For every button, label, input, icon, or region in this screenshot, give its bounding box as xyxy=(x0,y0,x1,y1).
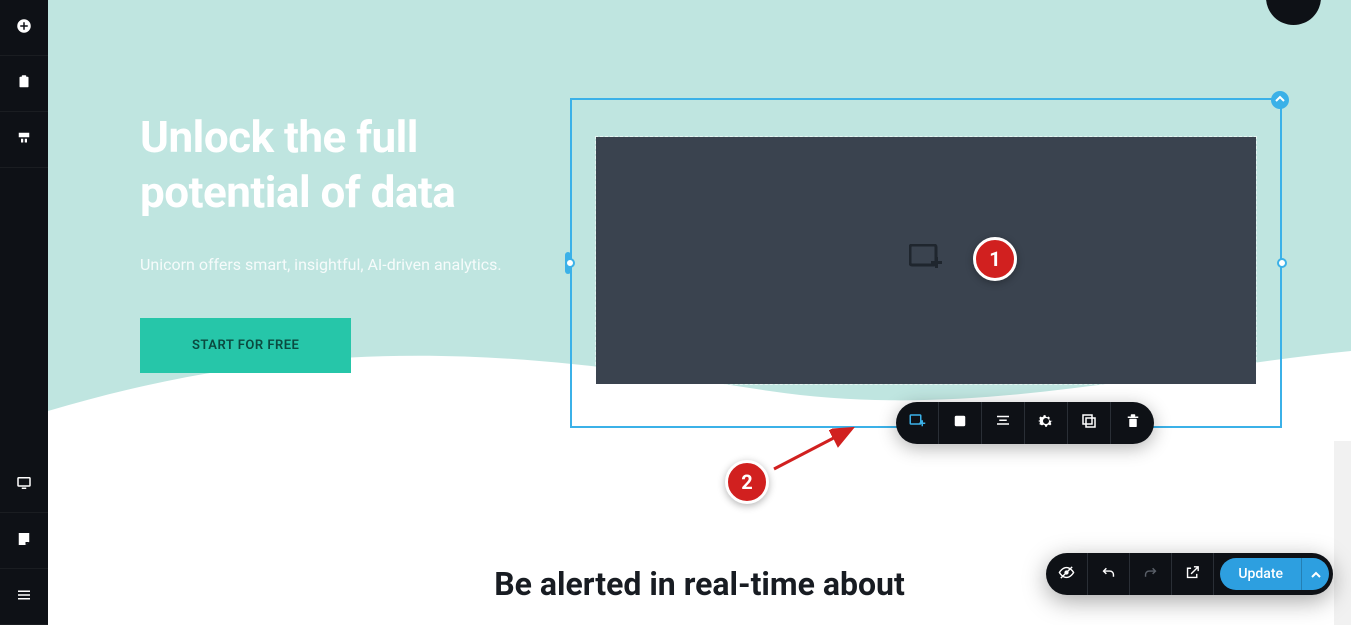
menu-icon xyxy=(15,586,33,608)
sidebar-note-button[interactable] xyxy=(0,513,48,569)
chevron-up-icon xyxy=(1275,94,1285,107)
toolbar-add-image-button[interactable] xyxy=(896,402,939,444)
desktop-icon xyxy=(15,474,33,496)
note-icon xyxy=(15,530,33,552)
toolbar-align-button[interactable] xyxy=(982,402,1025,444)
align-icon xyxy=(994,412,1012,434)
sidebar-desktop-button[interactable] xyxy=(0,457,48,513)
sidebar-add-button[interactable] xyxy=(0,0,48,56)
resize-handle-left[interactable] xyxy=(565,258,575,268)
visibility-toggle-button[interactable] xyxy=(1046,553,1088,595)
annotation-marker-2: 2 xyxy=(725,460,769,504)
bottom-action-bar: Update xyxy=(1046,553,1333,595)
selection-outline[interactable] xyxy=(570,98,1282,428)
hero-subtitle[interactable]: Unicorn offers smart, insightful, AI-dri… xyxy=(140,250,520,280)
sidebar-clipboard-button[interactable] xyxy=(0,56,48,112)
add-image-icon xyxy=(908,412,926,434)
context-toolbar xyxy=(896,402,1154,444)
annotation-marker-1: 1 xyxy=(973,237,1017,281)
trash-icon xyxy=(1124,412,1142,434)
cta-button[interactable]: START FOR FREE xyxy=(140,318,351,373)
chevron-up-icon xyxy=(1311,565,1321,584)
sidebar-menu-button[interactable] xyxy=(0,569,48,625)
update-button[interactable]: Update xyxy=(1220,558,1301,590)
undo-icon xyxy=(1100,564,1117,585)
annotation-arrow xyxy=(764,424,864,479)
duplicate-icon xyxy=(1080,412,1098,434)
eye-off-icon xyxy=(1058,564,1075,585)
collapse-toggle[interactable] xyxy=(1271,91,1289,109)
toolbar-background-button[interactable] xyxy=(939,402,982,444)
add-image-icon xyxy=(909,244,943,278)
left-sidebar xyxy=(0,0,48,625)
update-dropdown-button[interactable] xyxy=(1301,558,1329,590)
plus-circle-icon xyxy=(15,17,33,39)
gear-icon xyxy=(1037,412,1055,434)
external-link-icon xyxy=(1184,564,1201,585)
toolbar-settings-button[interactable] xyxy=(1025,402,1068,444)
hero-title[interactable]: Unlock the full potential of data xyxy=(140,110,520,220)
toolbar-duplicate-button[interactable] xyxy=(1068,402,1111,444)
toolbar-delete-button[interactable] xyxy=(1111,402,1154,444)
redo-button[interactable] xyxy=(1130,553,1172,595)
redo-icon xyxy=(1142,564,1159,585)
hero-content: Unlock the full potential of data Unicor… xyxy=(140,110,520,373)
external-link-button[interactable] xyxy=(1172,553,1214,595)
square-icon xyxy=(951,412,969,434)
image-placeholder[interactable] xyxy=(596,137,1256,384)
sections-icon xyxy=(15,129,33,151)
sidebar-sections-button[interactable] xyxy=(0,112,48,168)
resize-handle-right[interactable] xyxy=(1277,258,1287,268)
undo-button[interactable] xyxy=(1088,553,1130,595)
clipboard-icon xyxy=(15,73,33,95)
editor-canvas[interactable]: Unlock the full potential of data Unicor… xyxy=(48,0,1351,625)
